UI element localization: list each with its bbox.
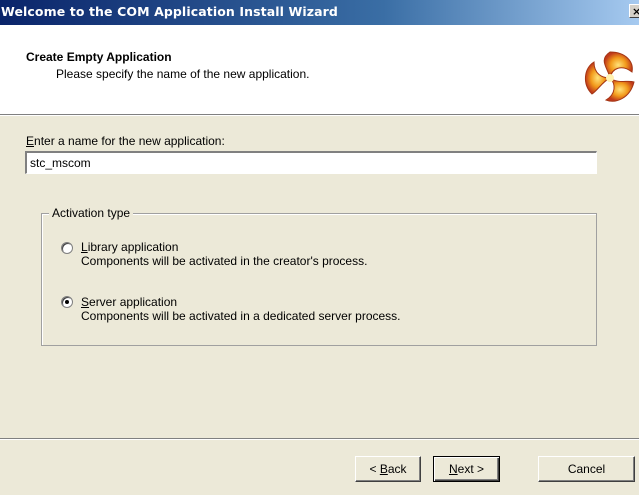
- title-bar[interactable]: Welcome to the COM Application Install W…: [0, 0, 639, 25]
- application-name-label: Enter a name for the new application:: [26, 134, 225, 148]
- footer-separator: [0, 438, 639, 440]
- library-label-text: ibrary application: [87, 240, 179, 254]
- application-name-input[interactable]: [25, 151, 597, 174]
- back-label: ack: [387, 462, 407, 476]
- next-label: ext >: [457, 462, 485, 476]
- server-application-description: Components will be activated in a dedica…: [81, 309, 401, 323]
- activation-type-legend: Activation type: [49, 206, 134, 220]
- close-button[interactable]: ×: [629, 4, 639, 18]
- back-button[interactable]: < Back: [355, 456, 421, 482]
- name-label-text: nter a name for the new application:: [34, 134, 225, 148]
- library-application-radio[interactable]: [61, 242, 73, 254]
- back-mnemonic: B: [379, 462, 388, 476]
- library-application-label[interactable]: Library application: [81, 240, 178, 254]
- page-title: Create Empty Application: [26, 50, 172, 64]
- next-button[interactable]: Next >: [433, 456, 500, 482]
- server-mnemonic: S: [81, 295, 90, 309]
- page-subtitle: Please specify the name of the new appli…: [56, 67, 310, 81]
- server-application-radio[interactable]: [61, 296, 73, 308]
- activation-type-group: [41, 213, 597, 346]
- window-title: Welcome to the COM Application Install W…: [1, 4, 338, 19]
- header-separator: [0, 114, 639, 116]
- cancel-button[interactable]: Cancel: [538, 456, 635, 482]
- server-application-label[interactable]: Server application: [81, 295, 177, 309]
- radio-selected-dot: [65, 300, 69, 304]
- next-mnemonic: N: [448, 462, 458, 476]
- wizard-header: Create Empty Application Please specify …: [0, 25, 639, 114]
- close-icon: ×: [632, 5, 639, 18]
- library-application-description: Components will be activated in the crea…: [81, 254, 368, 268]
- server-label-text: erver application: [89, 295, 178, 309]
- back-prefix: <: [369, 462, 380, 476]
- wizard-window: Welcome to the COM Application Install W…: [0, 0, 639, 495]
- name-label-mnemonic: E: [26, 134, 35, 148]
- library-mnemonic: L: [81, 240, 88, 254]
- com-plus-logo-icon: [585, 51, 635, 102]
